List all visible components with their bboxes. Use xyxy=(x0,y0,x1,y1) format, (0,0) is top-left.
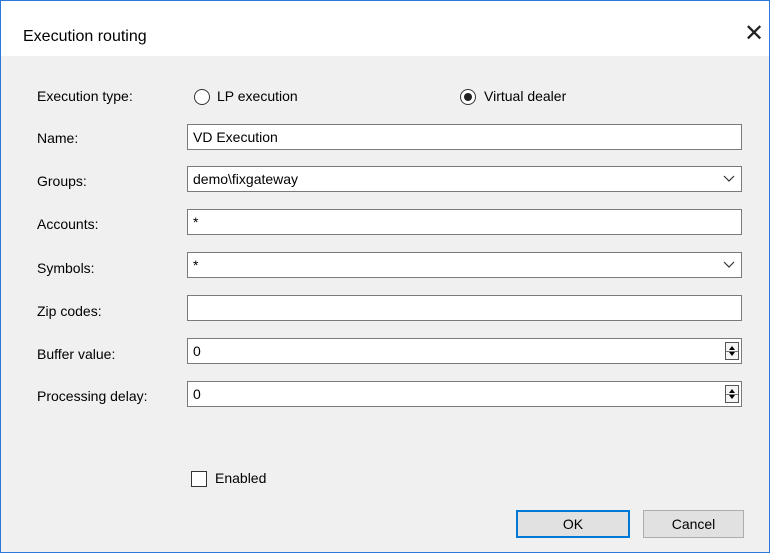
groups-label: Groups: xyxy=(37,173,87,189)
ok-button[interactable]: OK xyxy=(516,510,630,538)
increment-arrow-icon[interactable] xyxy=(729,346,735,350)
chevron-down-icon[interactable] xyxy=(723,172,735,184)
name-label: Name: xyxy=(37,130,79,146)
chevron-down-icon[interactable] xyxy=(723,258,735,270)
accounts-value: * xyxy=(193,214,199,230)
decrement-arrow-icon[interactable] xyxy=(729,395,735,399)
dialog-title: Execution routing xyxy=(23,28,147,45)
increment-arrow-icon[interactable] xyxy=(729,389,735,393)
lp-execution-label[interactable]: LP execution xyxy=(217,88,298,104)
enabled-label[interactable]: Enabled xyxy=(215,470,266,486)
cancel-button[interactable]: Cancel xyxy=(643,510,744,538)
name-value: VD Execution xyxy=(193,129,278,145)
virtual-dealer-radio[interactable] xyxy=(460,89,476,105)
close-icon[interactable]: ✕ xyxy=(739,19,769,49)
spin-buttons-icon[interactable] xyxy=(725,342,739,360)
enabled-checkbox[interactable] xyxy=(191,471,207,487)
groups-combobox[interactable]: demo\fixgateway xyxy=(187,166,742,192)
symbols-label: Symbols: xyxy=(37,260,95,276)
buffer-value-value: 0 xyxy=(193,343,201,359)
processing-delay-stepper[interactable]: 0 xyxy=(187,381,742,407)
name-input[interactable]: VD Execution xyxy=(187,124,742,150)
zip-codes-label: Zip codes: xyxy=(37,303,102,319)
groups-value: demo\fixgateway xyxy=(193,171,299,187)
virtual-dealer-label[interactable]: Virtual dealer xyxy=(484,88,566,104)
symbols-value: * xyxy=(193,257,199,273)
accounts-label: Accounts: xyxy=(37,216,99,232)
processing-delay-label: Processing delay: xyxy=(37,388,148,404)
zip-codes-input[interactable] xyxy=(187,295,742,321)
symbols-combobox[interactable]: * xyxy=(187,252,742,278)
execution-routing-dialog: Execution routing ✕ Execution type: LP e… xyxy=(0,0,770,553)
buffer-value-label: Buffer value: xyxy=(37,346,116,362)
execution-type-label: Execution type: xyxy=(37,88,133,104)
spin-buttons-icon[interactable] xyxy=(725,385,739,403)
radio-selected-dot xyxy=(464,93,472,101)
lp-execution-radio[interactable] xyxy=(194,89,210,105)
decrement-arrow-icon[interactable] xyxy=(729,352,735,356)
accounts-input[interactable]: * xyxy=(187,209,742,235)
title-bar: Execution routing ✕ xyxy=(1,1,769,56)
processing-delay-value: 0 xyxy=(193,386,201,402)
buffer-value-stepper[interactable]: 0 xyxy=(187,338,742,364)
